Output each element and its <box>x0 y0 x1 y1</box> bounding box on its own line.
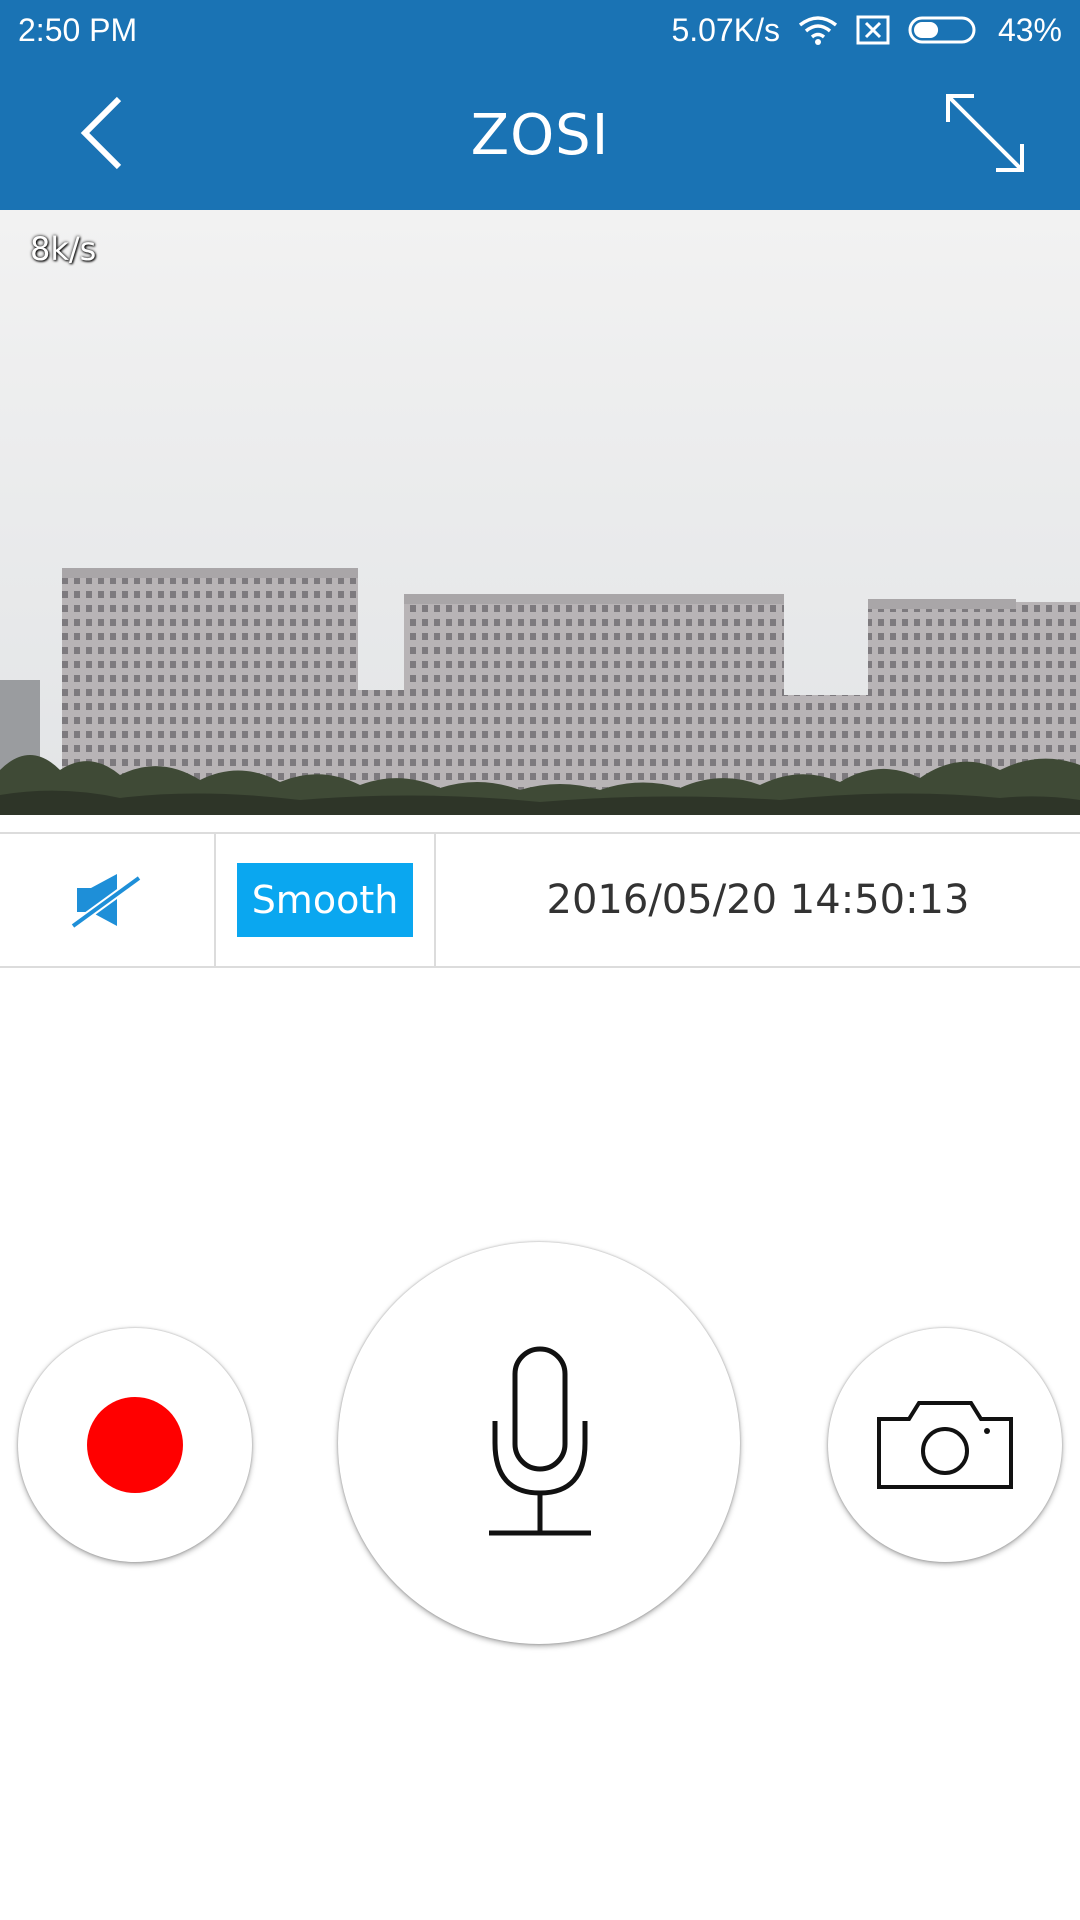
status-indicators: 5.07K/s 43% <box>671 12 1062 49</box>
record-icon <box>87 1397 183 1493</box>
live-video[interactable]: 8k/s <box>0 210 1080 815</box>
fullscreen-button[interactable] <box>940 88 1030 178</box>
status-bar: 2:50 PM 5.07K/s 43% <box>0 0 1080 60</box>
control-strip: Smooth 2016/05/20 14:50:13 <box>0 832 1080 968</box>
battery-icon <box>908 16 976 44</box>
wifi-icon <box>798 16 838 45</box>
record-button[interactable] <box>18 1328 252 1562</box>
network-speed: 5.07K/s <box>671 11 780 48</box>
timestamp-cell: 2016/05/20 14:50:13 <box>436 834 1080 966</box>
back-button[interactable] <box>60 88 150 178</box>
video-timestamp: 2016/05/20 14:50:13 <box>546 877 970 923</box>
talk-button[interactable] <box>338 1242 740 1644</box>
no-sim-icon <box>856 15 890 45</box>
expand-icon <box>946 94 1024 172</box>
status-time: 2:50 PM <box>18 11 138 48</box>
quality-toggle-button[interactable]: Smooth <box>237 863 413 937</box>
microphone-icon <box>489 1346 591 1536</box>
page-title: ZOSI <box>470 102 610 168</box>
bitrate-label: 8k/s <box>30 230 97 268</box>
camera-feed-image <box>0 210 1080 815</box>
app-bar: ZOSI <box>0 60 1080 210</box>
chevron-left-icon <box>80 96 122 170</box>
battery-percent: 43% <box>997 11 1062 48</box>
quality-cell: Smooth <box>216 834 436 966</box>
snapshot-button[interactable] <box>828 1328 1062 1562</box>
speaker-muted-icon <box>71 874 142 930</box>
camera-icon <box>877 1401 1013 1489</box>
mute-button[interactable] <box>0 834 216 966</box>
